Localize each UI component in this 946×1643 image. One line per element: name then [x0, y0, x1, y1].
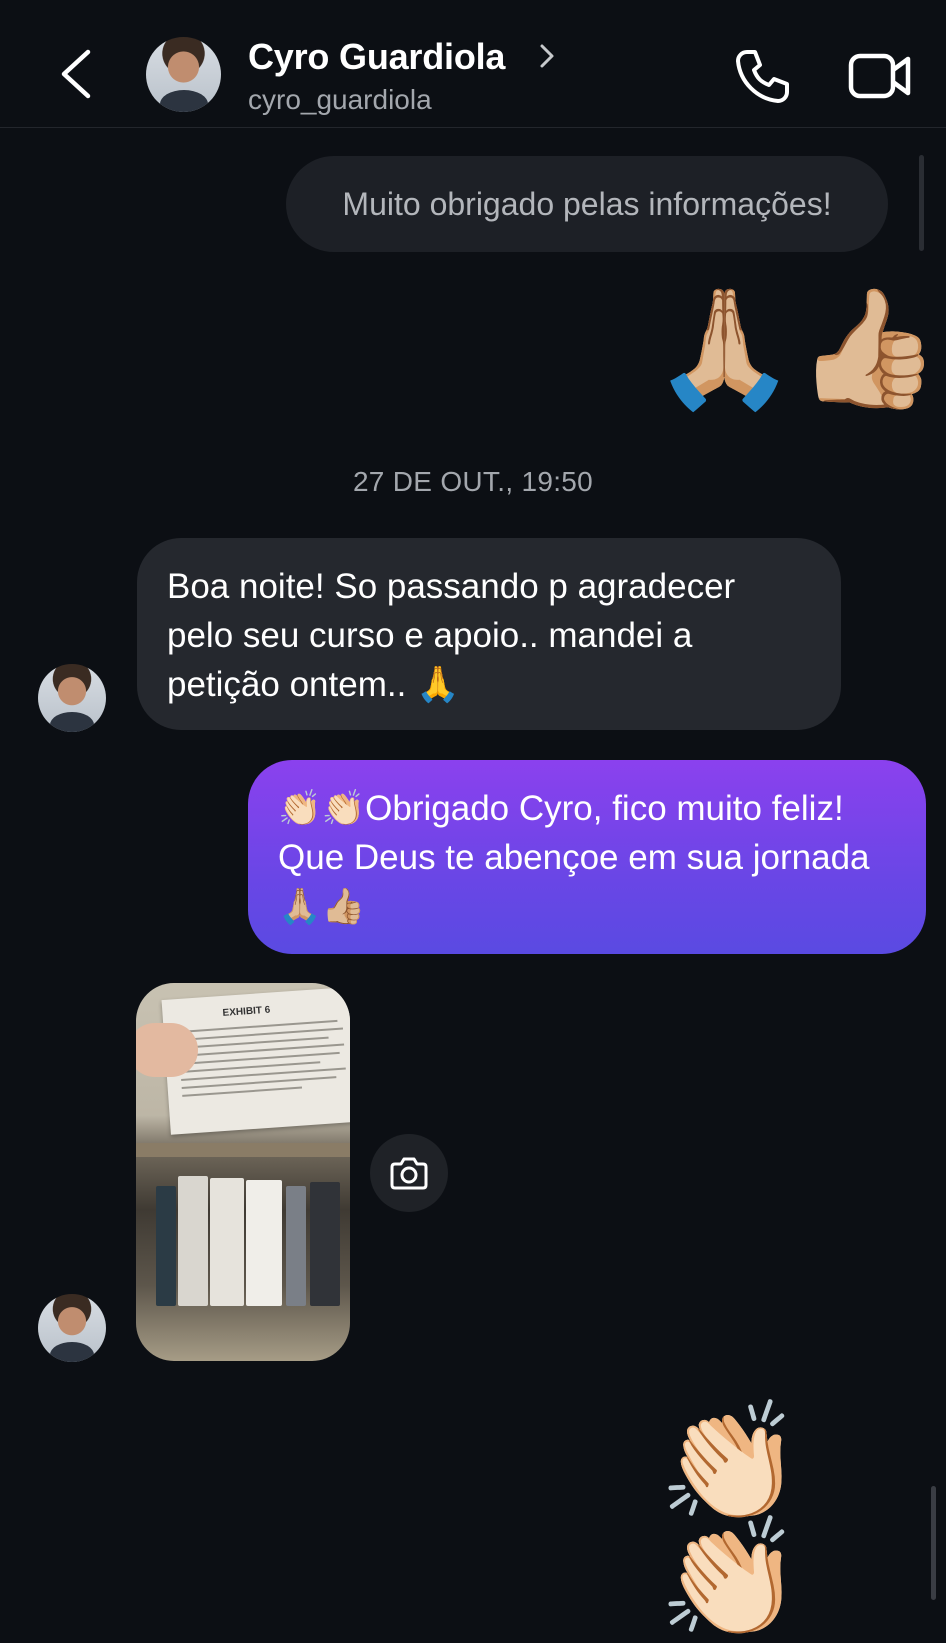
sent-message-bubble[interactable]: 👏🏻👏🏻Obrigado Cyro, fico muito feliz! Que… [248, 760, 926, 954]
scrollbar-indicator[interactable] [931, 1486, 936, 1600]
chevron-right-icon[interactable] [538, 42, 556, 70]
contact-name[interactable]: Cyro Guardiola [248, 36, 505, 78]
chevron-left-icon [61, 49, 91, 99]
sent-emoji-message[interactable]: 🙏🏼👍🏼 [652, 290, 941, 406]
back-button[interactable] [56, 46, 100, 102]
sender-avatar[interactable] [38, 1294, 106, 1362]
chat-header: Cyro Guardiola cyro_guardiola [0, 0, 946, 128]
photo-binder [210, 1178, 244, 1306]
sender-avatar[interactable] [38, 664, 106, 732]
phone-icon [736, 50, 789, 103]
photo-shelf [136, 1143, 350, 1157]
photo-hand [136, 1023, 198, 1077]
message-timestamp: 27 DE OUT., 19:50 [352, 466, 594, 497]
photo-binder [310, 1182, 340, 1306]
contact-handle[interactable]: cyro_guardiola [248, 84, 432, 116]
sent-message-bubble[interactable]: Muito obrigado pelas informações! [286, 156, 888, 252]
photo-binder [178, 1176, 208, 1306]
video-call-button[interactable] [848, 50, 912, 102]
photo-document-title: EXHIBIT 6 [222, 1004, 271, 1019]
received-message-bubble[interactable]: Boa noite! So passando p agradecer pelo … [137, 538, 841, 730]
camera-icon [390, 1157, 428, 1190]
scrollbar-indicator[interactable] [919, 155, 924, 251]
sent-emoji-message[interactable]: 👏🏻👏🏻 [658, 1404, 946, 1636]
photo-binder [246, 1180, 282, 1306]
contact-avatar[interactable] [146, 37, 221, 112]
call-button[interactable] [733, 46, 793, 106]
received-photo[interactable]: EXHIBIT 6 [136, 983, 350, 1361]
photo-binder [156, 1186, 176, 1306]
photo-binder [286, 1186, 306, 1306]
video-camera-icon [848, 53, 911, 99]
camera-reply-button[interactable] [370, 1134, 448, 1212]
